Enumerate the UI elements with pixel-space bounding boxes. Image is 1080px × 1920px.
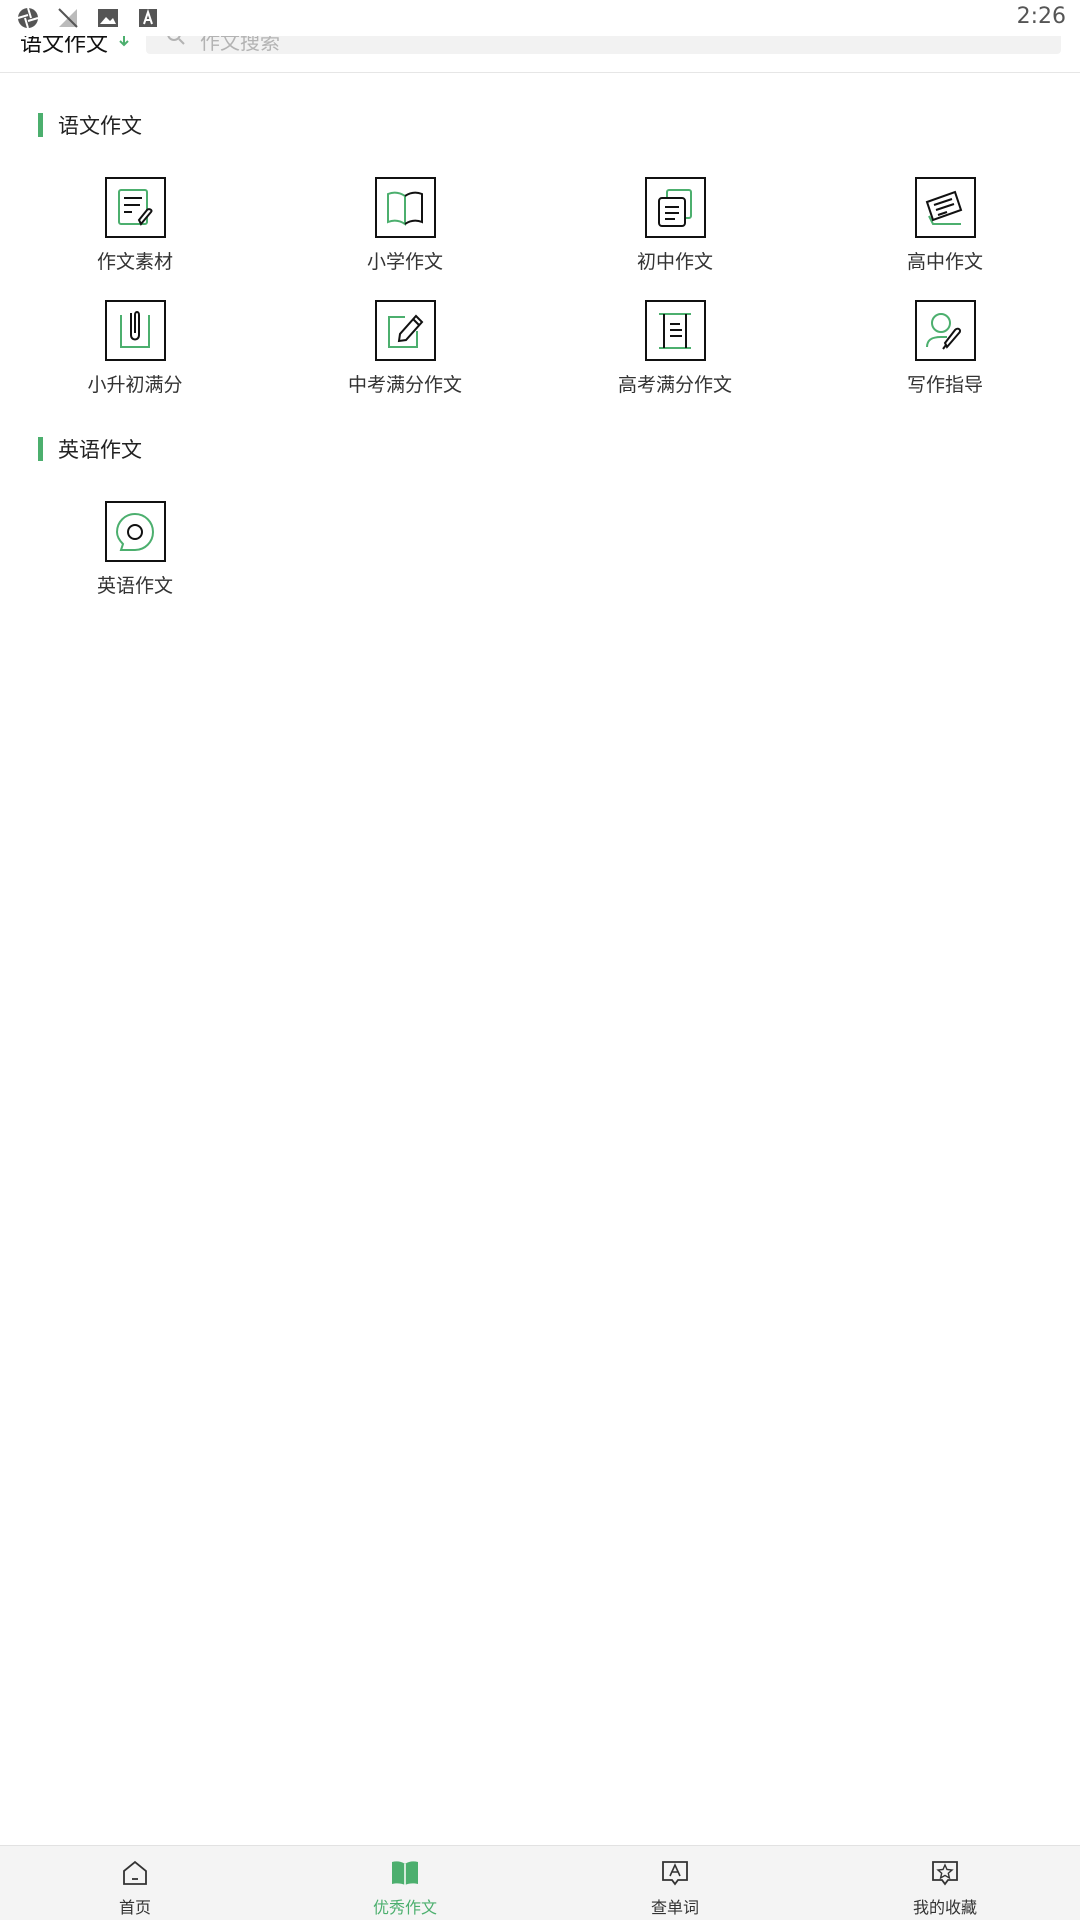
section-accent-bar (38, 113, 43, 137)
paperclip-icon (104, 300, 166, 361)
grid-item-essay-material[interactable]: 作文素材 (0, 177, 270, 274)
grid-item-english-essay[interactable]: 英语作文 (0, 501, 270, 598)
section-header-english: 英语作文 (38, 437, 142, 462)
item-label: 高考满分作文 (617, 374, 732, 396)
nav-item-home[interactable]: 首页 (0, 1846, 270, 1920)
chat-bubble-icon (104, 501, 166, 562)
grid-item-primary-to-junior-full-score[interactable]: 小升初满分 (0, 300, 270, 397)
nav-label: 优秀作文 (372, 1898, 437, 1917)
nav-item-excellent-essays[interactable]: 优秀作文 (270, 1846, 540, 1920)
grid-item-junior-essay[interactable]: 初中作文 (540, 177, 810, 274)
item-label: 小学作文 (366, 251, 443, 273)
scroll-icon (644, 300, 706, 361)
home-icon (120, 1858, 150, 1892)
dictionary-icon (660, 1858, 690, 1892)
image-icon (96, 6, 120, 30)
item-label: 写作指导 (906, 374, 983, 396)
english-essay-grid: 英语作文 (0, 501, 1080, 598)
nav-label: 首页 (118, 1898, 151, 1917)
item-label: 小升初满分 (87, 374, 183, 396)
aperture-icon (16, 6, 40, 30)
section-title: 英语作文 (58, 438, 142, 462)
nav-item-dictionary[interactable]: 查单词 (540, 1846, 810, 1920)
nav-item-favorites[interactable]: 我的收藏 (810, 1846, 1080, 1920)
book-icon (390, 1858, 420, 1892)
chinese-essay-grid: 作文素材 小学作文 初中作文 高中作文 小升初满分 中考满分作文 高考满分作文 … (0, 177, 1080, 397)
item-label: 作文素材 (96, 251, 173, 273)
item-label: 英语作文 (96, 575, 173, 597)
font-a-icon (136, 6, 160, 30)
edit-pencil-icon (374, 300, 436, 361)
grid-item-senior-essay[interactable]: 高中作文 (810, 177, 1080, 274)
status-bar: 2:26 (0, 0, 1080, 36)
nav-label: 我的收藏 (912, 1898, 977, 1917)
tilted-note-icon (914, 177, 976, 238)
open-book-icon (374, 177, 436, 238)
item-label: 初中作文 (636, 251, 713, 273)
grid-item-primary-essay[interactable]: 小学作文 (270, 177, 540, 274)
bottom-nav: 首页 优秀作文 查单词 我的收藏 (0, 1845, 1080, 1920)
document-pen-icon (104, 177, 166, 238)
item-label: 高中作文 (906, 251, 983, 273)
star-icon (930, 1858, 960, 1892)
no-signal-icon (56, 6, 80, 30)
grid-item-zhongkao-full-score[interactable]: 中考满分作文 (270, 300, 540, 397)
item-label: 中考满分作文 (347, 374, 462, 396)
section-title: 语文作文 (58, 114, 142, 138)
section-accent-bar (38, 437, 43, 461)
status-time: 2:26 (1016, 4, 1066, 29)
grid-item-writing-guide[interactable]: 写作指导 (810, 300, 1080, 397)
user-pen-icon (914, 300, 976, 361)
section-header-chinese: 语文作文 (38, 113, 142, 138)
grid-item-gaokao-full-score[interactable]: 高考满分作文 (540, 300, 810, 397)
nav-label: 查单词 (650, 1898, 699, 1917)
stacked-docs-icon (644, 177, 706, 238)
